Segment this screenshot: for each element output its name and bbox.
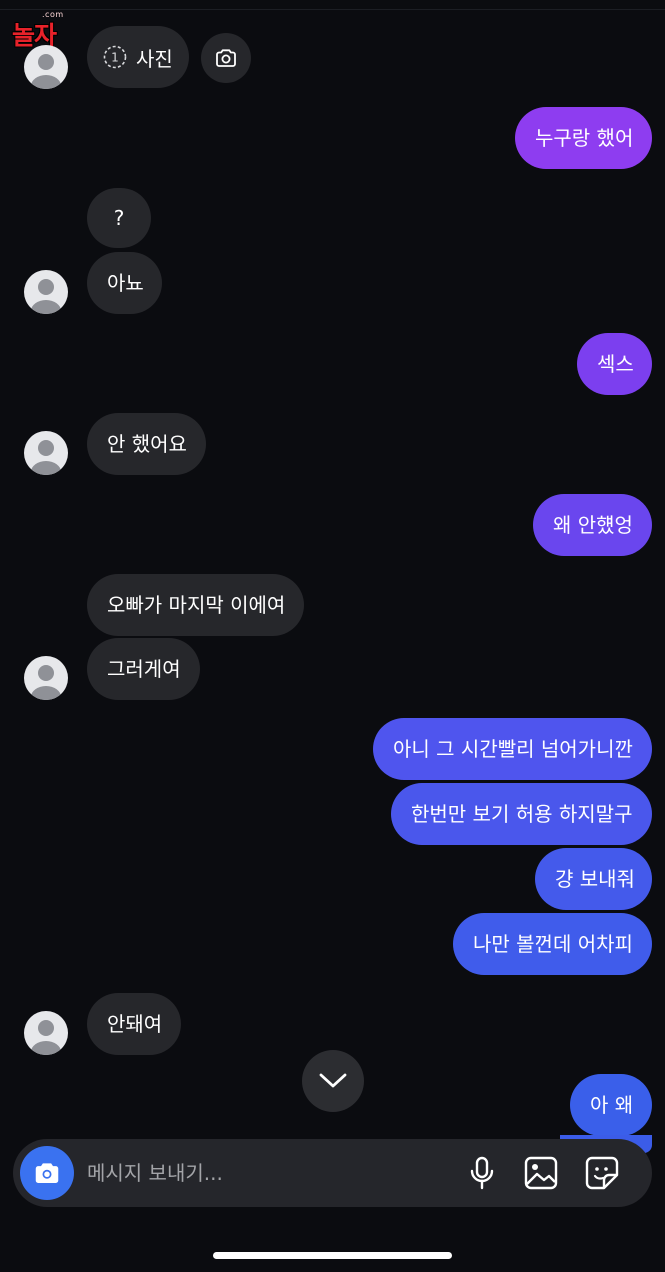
sticker-icon	[585, 1156, 619, 1190]
message-bubble-outgoing[interactable]: 나만 볼껀데 어차피	[453, 913, 652, 975]
message-bubble-outgoing[interactable]: 아 왜	[570, 1074, 652, 1136]
view-once-count: 1	[111, 51, 119, 65]
contact-avatar[interactable]	[24, 431, 68, 475]
camera-reply-button[interactable]	[201, 33, 251, 83]
microphone-icon	[470, 1156, 494, 1190]
scroll-to-bottom-button[interactable]	[302, 1050, 364, 1112]
home-indicator[interactable]	[213, 1252, 452, 1259]
camera-icon	[216, 49, 236, 67]
status-divider	[0, 9, 665, 10]
message-bubble-outgoing[interactable]: 누구랑 했어	[515, 107, 652, 169]
message-bubble-incoming[interactable]: ?	[87, 188, 151, 248]
contact-avatar[interactable]	[24, 270, 68, 314]
camera-icon	[35, 1163, 59, 1183]
message-bubble-outgoing[interactable]: 한번만 보기 허용 하지말구	[391, 783, 652, 845]
message-bubble-incoming[interactable]: 오빠가 마지막 이에여	[87, 574, 304, 636]
contact-avatar[interactable]	[24, 1011, 68, 1055]
gallery-icon	[524, 1156, 558, 1190]
message-bubble-incoming[interactable]: 아뇨	[87, 252, 162, 314]
message-bubble-outgoing[interactable]: 아니 그 시간빨리 넘어가니깐	[373, 718, 652, 780]
composer-camera-button[interactable]	[20, 1146, 74, 1200]
message-bubble-outgoing[interactable]: 왜 안헀엉	[533, 494, 652, 556]
chevron-down-icon	[319, 1073, 347, 1088]
message-bubble-outgoing[interactable]: 걍 보내줘	[535, 848, 652, 910]
message-bubble-incoming[interactable]: 그러게여	[87, 638, 200, 700]
message-composer	[13, 1139, 652, 1207]
photo-chip-label: 사진	[136, 46, 173, 71]
contact-avatar[interactable]	[24, 45, 68, 89]
message-bubble-outgoing[interactable]: 섹스	[577, 333, 652, 395]
message-input[interactable]	[87, 1153, 387, 1193]
view-once-photo-message[interactable]: 1 사진	[87, 26, 189, 88]
message-bubble-incoming[interactable]: 안 했어요	[87, 413, 206, 475]
contact-avatar[interactable]	[24, 656, 68, 700]
gallery-button[interactable]	[523, 1155, 559, 1191]
view-once-icon: 1	[103, 45, 127, 69]
message-bubble-incoming[interactable]: 안돼여	[87, 993, 181, 1055]
voice-message-button[interactable]	[464, 1155, 500, 1191]
site-watermark-logo: .com 놀자	[12, 10, 90, 50]
sticker-button[interactable]	[584, 1155, 620, 1191]
